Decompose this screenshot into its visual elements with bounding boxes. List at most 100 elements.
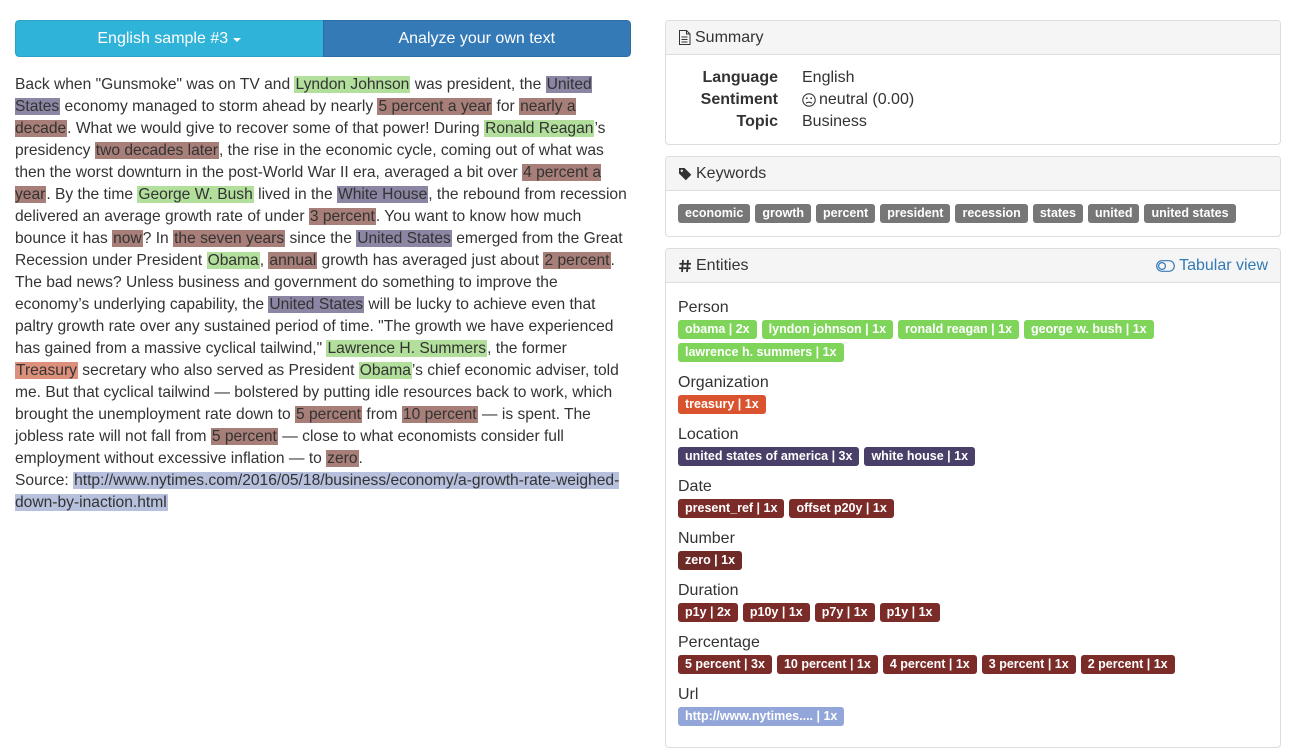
analyze-own-text-button[interactable]: Analyze your own text (322, 20, 631, 57)
text-segment: lived in the (253, 186, 337, 203)
entity-label[interactable]: lawrence h. summers | 1x (678, 343, 844, 362)
keyword-badge[interactable]: president (880, 204, 951, 223)
keyword-badge[interactable]: states (1032, 204, 1083, 223)
keyword-badge[interactable]: recession (955, 204, 1028, 223)
highlight-time[interactable]: two decades later (94, 142, 219, 159)
summary-value: Business (802, 113, 867, 130)
toggle-icon (1156, 259, 1175, 272)
text-segment: ? In (142, 230, 174, 247)
highlight-time[interactable]: 3 percent (308, 208, 376, 225)
entity-label[interactable]: white house | 1x (864, 447, 976, 466)
entities-heading: Entities Tabular view (666, 249, 1280, 283)
entity-label[interactable]: 4 percent | 1x (882, 655, 977, 674)
highlight-time[interactable]: 5 percent a year (377, 98, 493, 115)
entity-category-number: Number zero | 1x (678, 530, 1268, 574)
summary-panel: Summary Language English Sentiment neutr… (665, 20, 1281, 145)
highlight-location[interactable]: United States (268, 296, 365, 313)
entity-label[interactable]: present_ref | 1x (678, 499, 785, 518)
entity-label-list: p1y | 2x p10y | 1x p7y | 1x p1y | 1x (678, 603, 1268, 626)
summary-key: Topic (736, 113, 778, 130)
entity-category-title: Url (678, 686, 699, 703)
summary-key: Language (702, 69, 778, 86)
highlight-person[interactable]: Lawrence H. Summers (326, 340, 488, 357)
summary-key: Sentiment (700, 91, 778, 108)
entity-label[interactable]: http://www.nytimes.... | 1x (678, 707, 845, 726)
summary-row-sentiment: Sentiment neutral (0.00) (666, 89, 1280, 111)
entity-label-list: treasury | 1x (678, 395, 1268, 418)
entity-label[interactable]: obama | 2x (678, 320, 757, 339)
tag-icon (678, 167, 692, 181)
highlight-location[interactable]: United States (356, 230, 452, 247)
entity-label[interactable]: p10y | 1x (742, 603, 810, 622)
keywords-heading: Keywords (666, 157, 1280, 191)
entity-label[interactable]: offset p20y | 1x (789, 499, 894, 518)
highlight-time[interactable]: now (112, 230, 143, 247)
entity-label[interactable]: 10 percent | 1x (776, 655, 878, 674)
entity-category-title: Number (678, 530, 735, 547)
sample-button-group: English sample #3 Analyze your own text (15, 20, 631, 57)
entity-label[interactable]: p7y | 1x (814, 603, 875, 622)
entity-label[interactable]: george w. bush | 1x (1024, 320, 1154, 339)
entity-label[interactable]: zero | 1x (678, 551, 743, 570)
entity-label[interactable]: 3 percent | 1x (981, 655, 1076, 674)
keyword-badge[interactable]: united (1087, 204, 1140, 223)
highlight-time[interactable]: the seven years (173, 230, 286, 247)
summary-title: Summary (695, 28, 764, 46)
tabular-view-link[interactable]: Tabular view (1156, 257, 1268, 275)
entities-panel: Entities Tabular view Person obama | 2x ly… (665, 248, 1281, 748)
entity-label[interactable]: lyndon johnson | 1x (761, 320, 894, 339)
highlight-time[interactable]: 10 percent (401, 406, 478, 423)
text-segment: for (492, 98, 520, 115)
entity-label[interactable]: united states of america | 3x (678, 447, 860, 466)
entity-label-list: 5 percent | 3x 10 percent | 1x 4 percent |… (678, 655, 1268, 678)
text-segment: was president, the (410, 76, 546, 93)
entity-label[interactable]: ronald reagan | 1x (898, 320, 1020, 339)
entity-category-organization: Organization treasury | 1x (678, 374, 1268, 418)
summary-row-language: Language English (666, 67, 1280, 89)
highlight-time[interactable]: 5 percent (295, 406, 363, 423)
highlight-time[interactable]: annual (268, 252, 318, 269)
entity-category-title: Date (678, 478, 712, 495)
text-segment: economy managed to storm ahead by nearly (60, 98, 378, 115)
entity-label-list: http://www.nytimes.... | 1x (678, 707, 1268, 730)
entity-category-duration: Duration p1y | 2x p10y | 1x p7y | 1x p1y | 1… (678, 582, 1268, 626)
summary-value: English (802, 69, 855, 86)
keyword-badge[interactable]: economic (678, 204, 751, 223)
highlight-person[interactable]: Lyndon Johnson (294, 76, 411, 93)
entity-category-person: Person obama | 2x lyndon johnson | 1x ronal… (678, 299, 1268, 366)
text-segment: secretary who also served as President (77, 362, 359, 379)
summary-body: Language English Sentiment neutral (0.00… (666, 55, 1280, 133)
entity-label[interactable]: 5 percent | 3x (678, 655, 772, 674)
source-url-link[interactable]: http://www.nytimes.com/2016/05/18/busine… (15, 472, 620, 511)
highlight-org[interactable]: Treasury (15, 362, 78, 379)
entity-label[interactable]: p1y | 1x (879, 603, 940, 622)
highlight-location[interactable]: White House (336, 186, 429, 203)
text-segment: growth has averaged just about (317, 252, 544, 269)
keyword-badge[interactable]: percent (816, 204, 876, 223)
highlight-person[interactable]: Obama (358, 362, 412, 379)
source-label: Source: (15, 472, 74, 489)
highlight-person[interactable]: Ronald Reagan (484, 120, 595, 137)
keyword-badge[interactable]: growth (755, 204, 812, 223)
highlight-time[interactable]: 2 percent (543, 252, 611, 269)
summary-heading: Summary (666, 21, 1280, 55)
text-segment: Back when "Gunsmoke" was on TV and (15, 76, 295, 93)
entities-body: Person obama | 2x lyndon johnson | 1x ronal… (666, 283, 1280, 730)
neutral-face-icon (802, 93, 816, 107)
entity-label[interactable]: treasury | 1x (678, 395, 766, 414)
sample-dropdown-button[interactable]: English sample #3 (15, 20, 323, 57)
text-segment: . What we would give to recover some of … (67, 120, 485, 137)
highlight-person[interactable]: George W. Bush (137, 186, 254, 203)
highlight-time[interactable]: 5 percent (210, 428, 278, 445)
keyword-badge[interactable]: united states (1144, 204, 1236, 223)
hash-icon (678, 259, 692, 273)
keywords-panel: Keywords economic growth percent president r… (665, 156, 1281, 237)
entity-label[interactable]: p1y | 2x (678, 603, 738, 622)
entity-label[interactable]: 2 percent | 1x (1080, 655, 1175, 674)
highlight-time[interactable]: zero (326, 450, 359, 467)
highlight-person[interactable]: Obama (206, 252, 260, 269)
entity-category-title: Location (678, 426, 739, 443)
entity-label-list: present_ref | 1x offset p20y | 1x (678, 499, 1268, 522)
keywords-list: economic growth percent president recession s… (666, 191, 1280, 223)
article-paragraph: Back when "Gunsmoke" was on TV and Lyndo… (15, 74, 631, 470)
